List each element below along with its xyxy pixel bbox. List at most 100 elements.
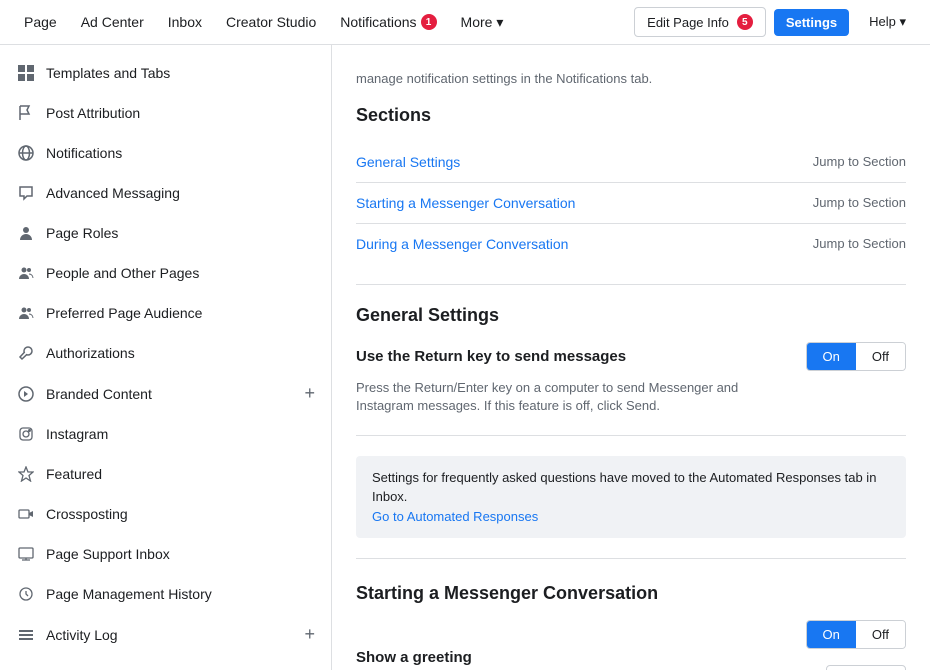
change-button[interactable]: Change	[826, 665, 906, 670]
jump-link-during[interactable]: Jump to Section	[813, 236, 906, 251]
sidebar-label: Featured	[46, 466, 315, 482]
sidebar-label: Page Management History	[46, 586, 315, 602]
show-greeting-setting: Show a greeting On Off Change Greet peop…	[356, 620, 906, 670]
return-key-header: Use the Return key to send messages On O…	[356, 342, 906, 371]
sidebar-item-instagram[interactable]: Instagram	[0, 414, 331, 454]
edit-page-info-button[interactable]: Edit Page Info 5	[634, 7, 766, 37]
sidebar-label: Page Support Inbox	[46, 546, 315, 562]
help-button[interactable]: Help ▾	[857, 8, 918, 36]
sidebar-item-page-support-inbox[interactable]: Page Support Inbox	[0, 534, 331, 574]
nav-items: Page Ad Center Inbox Creator Studio Noti…	[12, 0, 634, 45]
return-key-label: Use the Return key to send messages	[356, 348, 626, 365]
sidebar-label: Instagram	[46, 426, 315, 442]
sidebar-item-featured[interactable]: Featured	[0, 454, 331, 494]
instagram-icon	[16, 424, 36, 444]
sidebar-item-people-and-other-pages[interactable]: People and Other Pages	[0, 253, 331, 293]
jump-link-starting[interactable]: Jump to Section	[813, 195, 906, 210]
sidebar-item-post-attribution[interactable]: Post Attribution	[0, 93, 331, 133]
sidebar-item-templates-and-tabs[interactable]: Templates and Tabs	[0, 53, 331, 93]
nav-more[interactable]: More ▾	[449, 0, 516, 45]
branded-icon	[16, 384, 36, 404]
toggle-on-button[interactable]: On	[807, 343, 856, 370]
sidebar-label: Branded Content	[46, 386, 304, 402]
section-row-starting: Starting a Messenger Conversation Jump t…	[356, 183, 906, 224]
edit-page-badge: 5	[737, 14, 753, 30]
chat-icon	[16, 183, 36, 203]
sidebar-label: Crossposting	[46, 506, 315, 522]
faq-notice-text: Settings for frequently asked questions …	[372, 470, 876, 505]
greeting-toggle: On Off	[806, 620, 906, 649]
sections-header: Sections	[356, 105, 906, 126]
sidebar-label: Notifications	[46, 145, 315, 161]
faq-link[interactable]: Go to Automated Responses	[372, 509, 538, 524]
video-icon	[16, 504, 36, 524]
globe-icon	[16, 143, 36, 163]
toggle-off-button[interactable]: Off	[856, 343, 905, 370]
sidebar-item-crossposting[interactable]: Crossposting	[0, 494, 331, 534]
sidebar-label: Post Attribution	[46, 105, 315, 121]
sidebar-item-page-roles[interactable]: Page Roles	[0, 213, 331, 253]
sidebar-item-branded-content[interactable]: Branded Content +	[0, 373, 331, 414]
top-description: manage notification settings in the Noti…	[356, 61, 906, 89]
main-layout: Templates and Tabs Post Attribution Noti…	[0, 45, 930, 670]
nav-creator-studio[interactable]: Creator Studio	[214, 0, 328, 45]
section-link-general[interactable]: General Settings	[356, 154, 460, 170]
divider	[356, 284, 906, 285]
sidebar-label: People and Other Pages	[46, 265, 315, 281]
sidebar-item-preferred-page-audience[interactable]: Preferred Page Audience	[0, 293, 331, 333]
nav-right: Edit Page Info 5 Settings Help ▾	[634, 7, 918, 37]
show-greeting-header: Show a greeting On Off Change	[356, 620, 906, 670]
jump-link-general[interactable]: Jump to Section	[813, 154, 906, 169]
sidebar-label: Templates and Tabs	[46, 65, 315, 81]
section-row-general: General Settings Jump to Section	[356, 142, 906, 183]
sidebar-label: Authorizations	[46, 345, 315, 361]
top-navigation: Page Ad Center Inbox Creator Studio Noti…	[0, 0, 930, 45]
content-inner: manage notification settings in the Noti…	[332, 45, 930, 670]
divider3	[356, 558, 906, 559]
plus-icon[interactable]: +	[304, 383, 315, 404]
sidebar-label: Preferred Page Audience	[46, 305, 315, 321]
messenger-section: Starting a Messenger Conversation Show a…	[356, 583, 906, 670]
sections-list: General Settings Jump to Section Startin…	[356, 142, 906, 264]
general-settings-title: General Settings	[356, 305, 906, 326]
greeting-controls: On Off Change	[806, 620, 906, 670]
sidebar-item-authorizations[interactable]: Authorizations	[0, 333, 331, 373]
sidebar-item-advanced-messaging[interactable]: Advanced Messaging	[0, 173, 331, 213]
nav-notifications[interactable]: Notifications 1	[328, 0, 448, 45]
show-greeting-label: Show a greeting	[356, 649, 472, 666]
return-key-desc: Press the Return/Enter key on a computer…	[356, 379, 796, 415]
nav-page[interactable]: Page	[12, 0, 69, 45]
sidebar-item-activity-log[interactable]: Activity Log +	[0, 614, 331, 655]
greeting-toggle-on[interactable]: On	[807, 621, 856, 648]
section-link-starting[interactable]: Starting a Messenger Conversation	[356, 195, 575, 211]
return-key-toggle: On Off	[806, 342, 906, 371]
notifications-badge: 1	[421, 14, 437, 30]
sidebar-item-page-management-history[interactable]: Page Management History	[0, 574, 331, 614]
return-key-setting: Use the Return key to send messages On O…	[356, 342, 906, 415]
wrench-icon	[16, 343, 36, 363]
grid-icon	[16, 63, 36, 83]
nav-ad-center[interactable]: Ad Center	[69, 0, 156, 45]
plus-icon[interactable]: +	[304, 624, 315, 645]
sidebar: Templates and Tabs Post Attribution Noti…	[0, 45, 332, 670]
flag-icon	[16, 103, 36, 123]
people2-icon	[16, 303, 36, 323]
sidebar-label: Page Roles	[46, 225, 315, 241]
star-icon	[16, 464, 36, 484]
greeting-toggle-off[interactable]: Off	[856, 621, 905, 648]
sidebar-item-notifications[interactable]: Notifications	[0, 133, 331, 173]
person-icon	[16, 223, 36, 243]
messenger-title: Starting a Messenger Conversation	[356, 583, 906, 604]
nav-inbox[interactable]: Inbox	[156, 0, 214, 45]
settings-button[interactable]: Settings	[774, 9, 849, 36]
divider2	[356, 435, 906, 436]
people-icon	[16, 263, 36, 283]
main-content: manage notification settings in the Noti…	[332, 45, 930, 670]
support-icon	[16, 544, 36, 564]
section-link-during[interactable]: During a Messenger Conversation	[356, 236, 568, 252]
faq-notice-box: Settings for frequently asked questions …	[356, 456, 906, 539]
sidebar-label: Activity Log	[46, 627, 304, 643]
activity-icon	[16, 625, 36, 645]
section-row-during: During a Messenger Conversation Jump to …	[356, 224, 906, 264]
history-icon	[16, 584, 36, 604]
